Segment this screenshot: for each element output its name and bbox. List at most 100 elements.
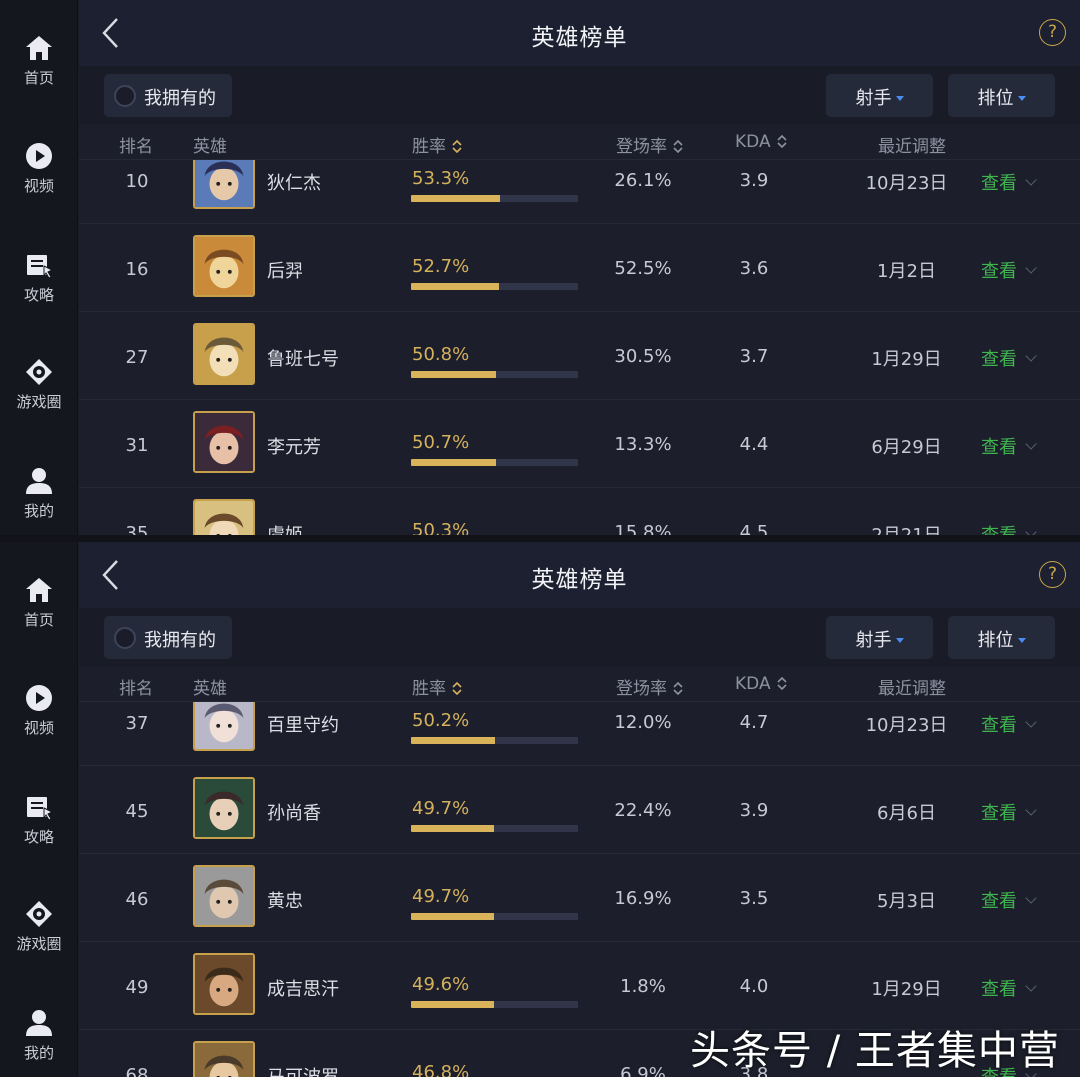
owned-toggle[interactable]: 我拥有的: [104, 74, 232, 117]
nav-me[interactable]: 我的: [0, 1008, 78, 1063]
rank-value: 45: [125, 801, 149, 822]
win-rate-value: 50.8%: [412, 344, 470, 365]
hero-avatar[interactable]: [193, 1041, 255, 1077]
view-button[interactable]: 查看: [981, 169, 1037, 195]
help-icon[interactable]: ?: [1039, 19, 1066, 46]
col-win-rate-label: 胜率: [412, 137, 446, 157]
win-rate-value: 46.8%: [412, 1062, 470, 1077]
table-row: 35 虞姬 50.3% 15.8% 4.5 2月21日 查看: [79, 488, 1080, 535]
win-rate-value: 52.7%: [412, 256, 470, 277]
win-rate-bar: [411, 283, 578, 290]
col-kda[interactable]: KDA: [735, 132, 787, 152]
win-rate-bar-fill: [411, 913, 494, 920]
pick-rate-value: 52.5%: [614, 258, 672, 279]
col-rank: 排名: [119, 137, 153, 157]
main-content: 英雄榜单 ? 我拥有的 射手 排位 排名 英雄 胜率 登场率 KDA 最近调整 …: [79, 0, 1080, 535]
win-rate-bar: [411, 195, 578, 202]
view-button[interactable]: 查看: [981, 975, 1037, 1001]
mode-dropdown[interactable]: 排位: [948, 74, 1055, 117]
col-kda[interactable]: KDA: [735, 674, 787, 694]
pick-rate-value: 12.0%: [614, 712, 672, 733]
class-dropdown[interactable]: 射手: [826, 74, 933, 117]
col-win-rate[interactable]: 胜率: [412, 132, 462, 157]
win-rate-bar: [411, 459, 578, 466]
view-label: 查看: [981, 803, 1017, 824]
sort-icon: [777, 676, 787, 690]
hero-list: 10 狄仁杰 53.3% 26.1% 3.9 10月23日 查看 16 后羿 52.7% 52.5%…: [79, 160, 1080, 535]
help-icon[interactable]: ?: [1039, 561, 1066, 588]
owned-toggle[interactable]: 我拥有的: [104, 616, 232, 659]
nav-video-label: 视频: [23, 719, 54, 737]
watermark-text: 头条号 / 王者集中营: [690, 1028, 1060, 1074]
nav-home[interactable]: 首页: [0, 33, 78, 88]
page-title: 英雄榜单: [531, 567, 628, 593]
win-rate-bar-fill: [411, 371, 496, 378]
rank-value: 10: [125, 171, 149, 192]
kda-value: 4.4: [739, 434, 769, 455]
chevron-down-icon: [1025, 716, 1037, 728]
class-dropdown[interactable]: 射手: [826, 616, 933, 659]
view-button[interactable]: 查看: [981, 433, 1037, 459]
hero-avatar[interactable]: [193, 865, 255, 927]
recent-adjust-value: 1月2日: [877, 261, 936, 282]
nav-home[interactable]: 首页: [0, 575, 78, 630]
hero-avatar[interactable]: [193, 160, 255, 209]
sort-icon: [452, 139, 462, 153]
class-dropdown-label: 射手: [855, 630, 892, 651]
view-button[interactable]: 查看: [981, 345, 1037, 371]
kda-value: 3.9: [739, 170, 769, 191]
win-rate-value: 49.7%: [412, 798, 470, 819]
table-row: 49 成吉思汗 49.6% 1.8% 4.0 1月29日 查看: [79, 942, 1080, 1030]
hero-avatar[interactable]: [193, 702, 255, 751]
view-label: 查看: [981, 525, 1017, 535]
nav-home-label: 首页: [23, 69, 54, 87]
table-row: 31 李元芳 50.7% 13.3% 4.4 6月29日 查看: [79, 400, 1080, 488]
col-win-rate-label: 胜率: [412, 679, 446, 699]
hero-name: 百里守约: [267, 715, 339, 736]
view-button[interactable]: 查看: [981, 521, 1037, 535]
nav-video[interactable]: 视频: [0, 683, 78, 738]
filter-bar: 我拥有的 射手 排位: [79, 66, 1080, 124]
rank-value: 68: [125, 1065, 149, 1077]
chevron-down-icon: [1025, 262, 1037, 274]
hero-avatar[interactable]: [193, 235, 255, 297]
col-kda-label: KDA: [735, 674, 771, 694]
nav-me[interactable]: 我的: [0, 466, 78, 521]
dropdown-arrow-icon: [1017, 638, 1026, 643]
screenshot-divider: [0, 535, 1080, 542]
dropdown-arrow-icon: [895, 638, 904, 643]
nav-me-label: 我的: [23, 1044, 54, 1062]
guide-icon: [27, 255, 54, 279]
nav-video[interactable]: 视频: [0, 141, 78, 196]
view-button[interactable]: 查看: [981, 799, 1037, 825]
hero-avatar[interactable]: [193, 953, 255, 1015]
col-pick-rate[interactable]: 登场率: [616, 674, 683, 699]
pick-rate-value: 26.1%: [614, 170, 672, 191]
radio-icon: [114, 85, 136, 107]
hero-avatar[interactable]: [193, 323, 255, 385]
mode-dropdown[interactable]: 排位: [948, 616, 1055, 659]
col-pick-rate[interactable]: 登场率: [616, 132, 683, 157]
nav-community[interactable]: 游戏圈: [0, 357, 78, 412]
view-label: 查看: [981, 173, 1017, 194]
pick-rate-value: 22.4%: [614, 800, 672, 821]
nav-guide[interactable]: 攻略: [0, 250, 78, 305]
circle-icon: [26, 901, 52, 927]
col-win-rate[interactable]: 胜率: [412, 674, 462, 699]
hero-avatar[interactable]: [193, 499, 255, 535]
view-button[interactable]: 查看: [981, 257, 1037, 283]
win-rate-bar: [411, 1001, 578, 1008]
win-rate-value: 50.7%: [412, 432, 470, 453]
dropdown-arrow-icon: [1017, 96, 1026, 101]
nav-community[interactable]: 游戏圈: [0, 899, 78, 954]
top-bar: 英雄榜单 ?: [79, 542, 1080, 608]
chevron-down-icon: [1025, 526, 1037, 535]
home-icon: [26, 578, 52, 602]
view-button[interactable]: 查看: [981, 887, 1037, 913]
hero-name: 成吉思汗: [267, 979, 339, 1000]
hero-name: 孙尚香: [267, 803, 321, 824]
nav-guide[interactable]: 攻略: [0, 792, 78, 847]
hero-avatar[interactable]: [193, 411, 255, 473]
view-button[interactable]: 查看: [981, 711, 1037, 737]
hero-avatar[interactable]: [193, 777, 255, 839]
